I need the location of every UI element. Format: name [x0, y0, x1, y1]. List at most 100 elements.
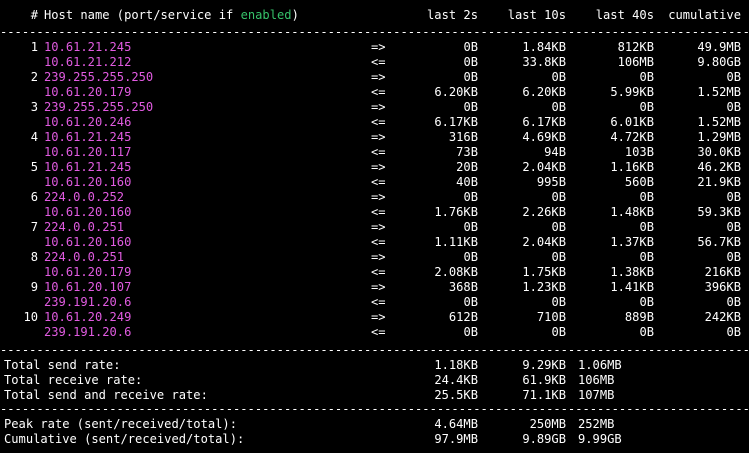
- connection-index: 9: [30, 280, 38, 294]
- iftop-terminal: # Host name (port/service if enabled) la…: [0, 0, 749, 453]
- rate-last-10s: 6.17KB: [522, 115, 566, 129]
- peak-last-40s: 252MB: [578, 417, 615, 431]
- direction-arrow: <=: [371, 175, 386, 189]
- rate-cumulative: 0B: [726, 325, 741, 339]
- host-address: 10.61.20.160: [44, 175, 132, 189]
- separator-top: ----------------------------------------…: [0, 25, 749, 39]
- direction-arrow: =>: [371, 100, 386, 114]
- rate-last-2s: 612B: [448, 310, 478, 324]
- rate-last-40s: 1.16KB: [610, 160, 654, 174]
- separator-middle: ----------------------------------------…: [0, 343, 749, 357]
- peak-row: Cumulative (sent/received/total): 97.9MB 9…: [0, 432, 749, 447]
- rate-last-40s: 1.38KB: [610, 265, 654, 279]
- rate-last-2s: 0B: [463, 55, 478, 69]
- connection-row: 10.61.20.117 <= 73B 94B 103B 30.0KB: [0, 145, 749, 160]
- connection-row: 239.191.20.6 <= 0B 0B 0B 0B: [0, 295, 749, 310]
- host-address: 10.61.20.160: [44, 235, 132, 249]
- direction-arrow: <=: [371, 85, 386, 99]
- direction-arrow: =>: [371, 70, 386, 84]
- rate-cumulative: 49.9MB: [697, 40, 741, 54]
- rate-last-10s: 0B: [551, 100, 566, 114]
- direction-arrow: <=: [371, 265, 386, 279]
- rate-last-40s: 1.41KB: [610, 280, 654, 294]
- rate-cumulative: 0B: [726, 100, 741, 114]
- rate-last-2s: 316B: [448, 130, 478, 144]
- totals-last-2s: 25.5KB: [434, 388, 478, 402]
- rate-last-40s: 103B: [624, 145, 654, 159]
- host-address: 224.0.0.251: [44, 220, 125, 234]
- rate-last-10s: 1.75KB: [522, 265, 566, 279]
- totals-last-40s: 106MB: [578, 373, 615, 387]
- peak-last-2s: 97.9MB: [434, 432, 478, 446]
- rate-last-10s: 33.8KB: [522, 55, 566, 69]
- connection-index: 8: [30, 250, 38, 264]
- connection-row: 10.61.20.160 <= 1.76KB 2.26KB 1.48KB 59.3KB: [0, 205, 749, 220]
- rate-cumulative: 1.52MB: [697, 85, 741, 99]
- connection-row: 10.61.20.179 <= 6.20KB 6.20KB 5.99KB 1.52MB: [0, 85, 749, 100]
- separator-peak: ----------------------------------------…: [0, 402, 749, 416]
- totals-last-10s: 71.1KB: [522, 388, 566, 402]
- rate-last-2s: 6.17KB: [434, 115, 478, 129]
- direction-arrow: <=: [371, 115, 386, 129]
- header-cumulative: cumulative: [668, 8, 741, 22]
- rate-last-40s: 0B: [639, 100, 654, 114]
- connection-row: 10.61.20.160 <= 40B 995B 560B 21.9KB: [0, 175, 749, 190]
- peak-last-10s: 9.89GB: [522, 432, 566, 446]
- connection-row: 4 10.61.21.245 => 316B 4.69KB 4.72KB 1.29MB: [0, 130, 749, 145]
- direction-arrow: =>: [371, 280, 386, 294]
- rate-last-10s: 0B: [551, 190, 566, 204]
- direction-arrow: =>: [371, 190, 386, 204]
- rate-cumulative: 216KB: [704, 265, 741, 279]
- totals-label: Total send rate:: [4, 358, 121, 372]
- connection-row: 9 10.61.20.107 => 368B 1.23KB 1.41KB 396KB: [0, 280, 749, 295]
- connection-row: 3 239.255.255.250 => 0B 0B 0B 0B: [0, 100, 749, 115]
- direction-arrow: =>: [371, 160, 386, 174]
- rate-last-10s: 710B: [536, 310, 566, 324]
- rate-last-40s: 0B: [639, 325, 654, 339]
- connection-index: 3: [30, 100, 38, 114]
- rate-last-2s: 1.11KB: [434, 235, 478, 249]
- peak-last-40s: 9.99GB: [578, 432, 622, 446]
- connection-row: 10 10.61.20.249 => 612B 710B 889B 242KB: [0, 310, 749, 325]
- rate-last-10s: 1.23KB: [522, 280, 566, 294]
- rate-last-40s: 1.37KB: [610, 235, 654, 249]
- rate-cumulative: 21.9KB: [697, 175, 741, 189]
- totals-last-10s: 9.29KB: [522, 358, 566, 372]
- connection-index: 2: [30, 70, 38, 84]
- connection-row: 10.61.20.179 <= 2.08KB 1.75KB 1.38KB 216KB: [0, 265, 749, 280]
- host-address: 10.61.21.212: [44, 55, 132, 69]
- direction-arrow: =>: [371, 220, 386, 234]
- rate-cumulative: 30.0KB: [697, 145, 741, 159]
- header-host-enabled: enabled: [240, 8, 292, 22]
- peak-last-2s: 4.64MB: [434, 417, 478, 431]
- direction-arrow: <=: [371, 145, 386, 159]
- host-address: 224.0.0.252: [44, 190, 125, 204]
- rate-last-2s: 368B: [448, 280, 478, 294]
- rate-cumulative: 9.80GB: [697, 55, 741, 69]
- totals-row: Total send and receive rate: 25.5KB 71.1KB…: [0, 388, 749, 403]
- connection-index: 7: [30, 220, 38, 234]
- rate-last-2s: 1.76KB: [434, 205, 478, 219]
- header-host-suffix: ): [291, 8, 299, 22]
- rate-last-10s: 4.69KB: [522, 130, 566, 144]
- direction-arrow: <=: [371, 55, 386, 69]
- header-last-2s: last 2s: [427, 8, 478, 22]
- rate-last-10s: 1.84KB: [522, 40, 566, 54]
- host-address: 10.61.20.179: [44, 265, 132, 279]
- direction-arrow: =>: [371, 130, 386, 144]
- rate-last-40s: 812KB: [617, 40, 654, 54]
- rate-last-2s: 0B: [463, 325, 478, 339]
- header-host-label: Host name (port/service if enabled): [44, 8, 299, 23]
- host-address: 239.191.20.6: [44, 325, 132, 339]
- rate-cumulative: 56.7KB: [697, 235, 741, 249]
- totals-label: Total receive rate:: [4, 373, 143, 387]
- connection-row: 5 10.61.21.245 => 20B 2.04KB 1.16KB 46.2KB: [0, 160, 749, 175]
- rate-cumulative: 46.2KB: [697, 160, 741, 174]
- rate-last-2s: 2.08KB: [434, 265, 478, 279]
- peak-row: Peak rate (sent/received/total): 4.64MB 25…: [0, 417, 749, 432]
- totals-row: Total receive rate: 24.4KB 61.9KB 106MB: [0, 373, 749, 388]
- rate-last-40s: 0B: [639, 250, 654, 264]
- rate-last-2s: 0B: [463, 190, 478, 204]
- direction-arrow: <=: [371, 295, 386, 309]
- connection-row: 10.61.20.246 <= 6.17KB 6.17KB 6.01KB 1.52MB: [0, 115, 749, 130]
